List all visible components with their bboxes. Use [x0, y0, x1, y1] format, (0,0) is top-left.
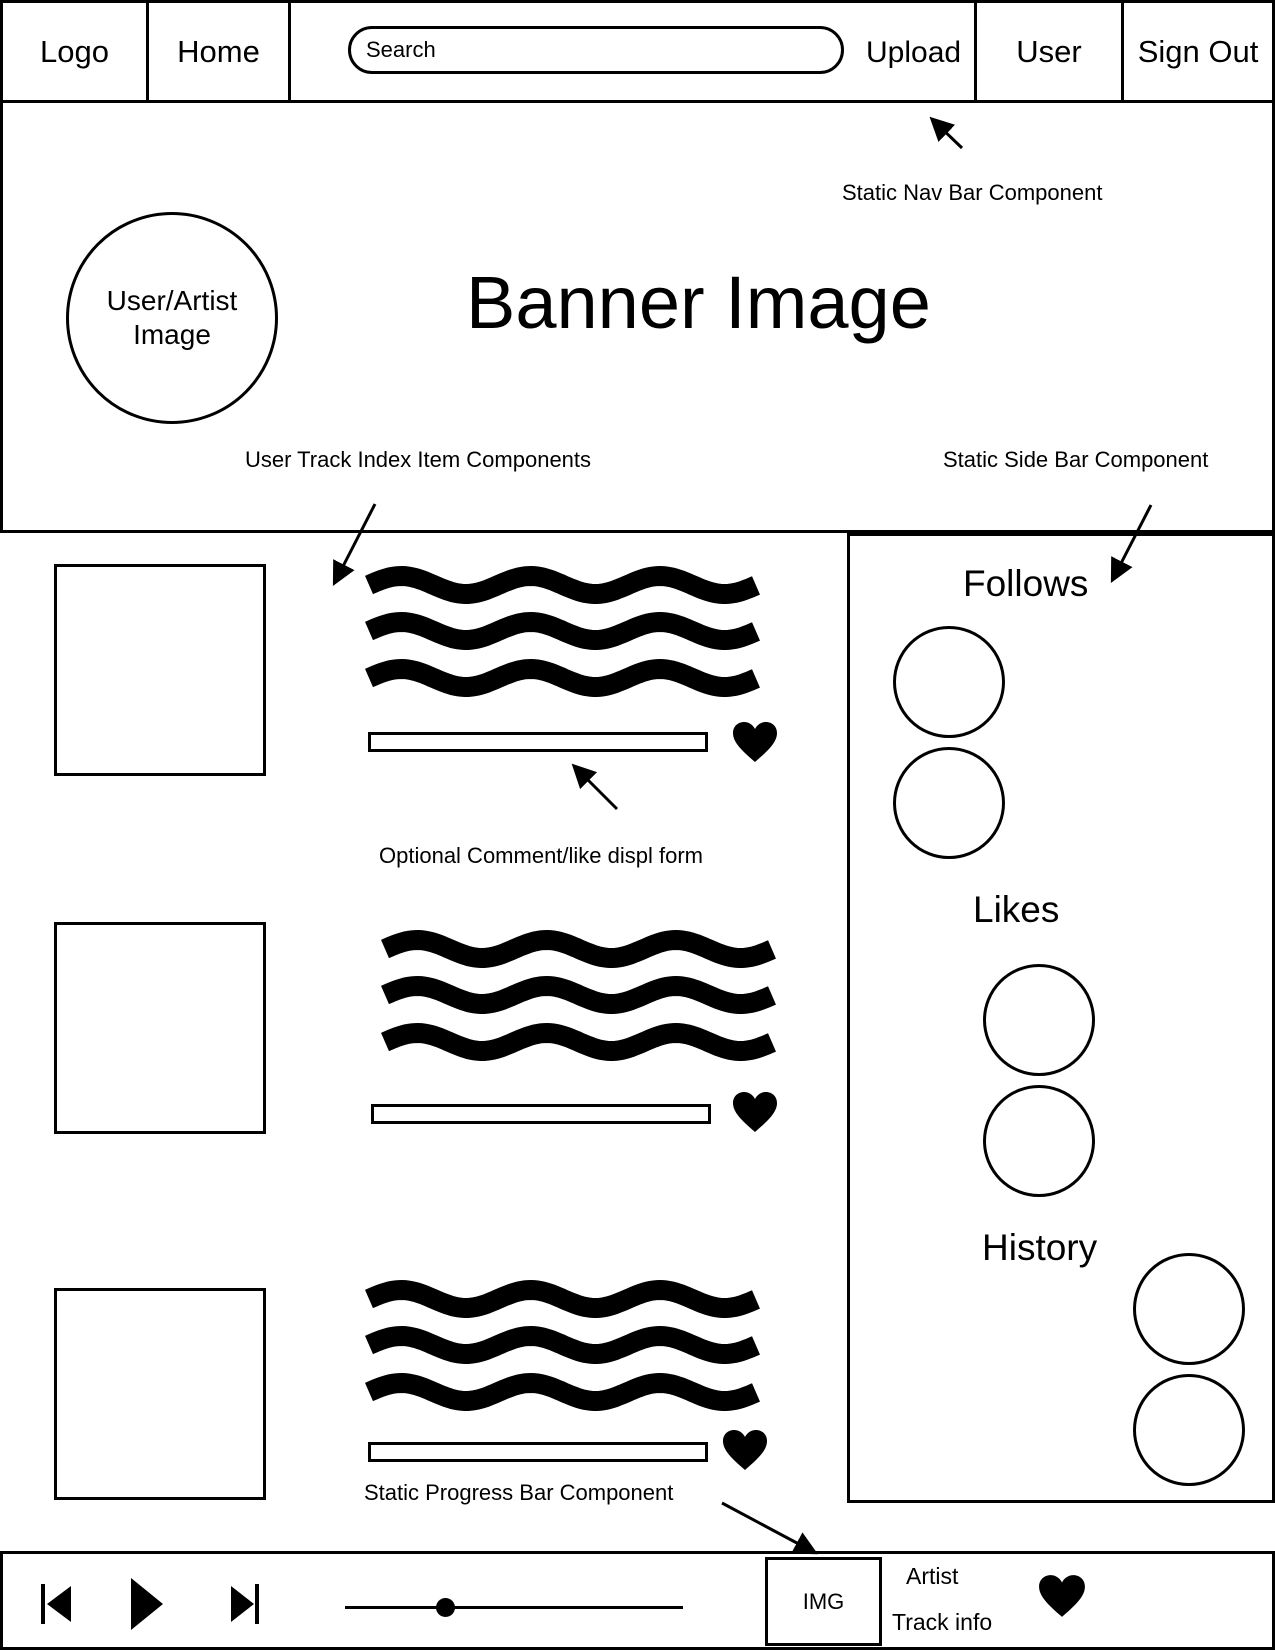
waveform-stripe — [365, 1279, 760, 1318]
waveform[interactable] — [365, 565, 779, 706]
heart-icon[interactable] — [731, 1090, 779, 1134]
track-progress-bar[interactable] — [368, 732, 708, 752]
waveform[interactable] — [365, 1279, 779, 1420]
annotation-comment-form: Optional Comment/like displ form — [379, 843, 704, 868]
follows-heading: Follows — [963, 563, 1089, 604]
history-avatar[interactable] — [1133, 1374, 1245, 1486]
history-avatar[interactable] — [1133, 1253, 1245, 1365]
like-avatar[interactable] — [983, 964, 1095, 1076]
nav-sign-out[interactable]: Sign Out — [1124, 3, 1272, 100]
now-playing-artist[interactable]: Artist — [906, 1563, 958, 1590]
user-artist-avatar[interactable]: User/Artist Image — [66, 212, 278, 424]
waveform-stripe — [365, 1325, 760, 1364]
like-avatar[interactable] — [983, 1085, 1095, 1197]
track-progress-bar[interactable] — [368, 1442, 708, 1462]
track-thumbnail[interactable] — [54, 922, 266, 1134]
follow-avatar[interactable] — [893, 626, 1005, 738]
play-icon[interactable] — [131, 1578, 163, 1630]
upload-link[interactable]: Upload — [866, 36, 961, 70]
heart-icon[interactable] — [721, 1428, 769, 1472]
heart-icon[interactable] — [731, 720, 779, 764]
nav-home[interactable]: Home — [149, 3, 291, 100]
now-playing-image-label: IMG — [802, 1588, 845, 1614]
avatar-label-line2: Image — [133, 319, 211, 350]
search-input[interactable]: Search — [348, 26, 844, 74]
search-placeholder: Search — [366, 37, 436, 62]
likes-heading: Likes — [973, 889, 1060, 930]
waveform-stripe — [381, 929, 776, 968]
history-heading: History — [982, 1227, 1098, 1268]
skip-forward-icon[interactable] — [231, 1584, 259, 1624]
annotation-nav: Static Nav Bar Component — [842, 180, 1103, 205]
annotation-progress-bar: Static Progress Bar Component — [364, 1480, 674, 1505]
waveform-stripe — [365, 611, 760, 650]
arrow-progress-bar — [721, 1501, 818, 1555]
track-progress-bar[interactable] — [371, 1104, 711, 1124]
waveform-stripe — [381, 975, 776, 1014]
track-thumbnail[interactable] — [54, 564, 266, 776]
now-playing-track-info[interactable]: Track info — [892, 1609, 992, 1636]
nav-user[interactable]: User — [977, 3, 1124, 100]
volume-slider[interactable] — [345, 1598, 683, 1617]
follow-avatar[interactable] — [893, 747, 1005, 859]
waveform-stripe — [365, 658, 760, 697]
skip-back-icon[interactable] — [41, 1584, 71, 1624]
waveform-stripe — [365, 565, 760, 604]
nav-logo[interactable]: Logo — [3, 3, 149, 100]
banner-title: Banner Image — [466, 261, 931, 344]
track-thumbnail[interactable] — [54, 1288, 266, 1500]
annotation-track-items: User Track Index Item Components — [245, 447, 592, 472]
avatar-label-line1: User/Artist — [106, 285, 238, 316]
waveform-stripe — [381, 1022, 776, 1061]
annotation-side-bar: Static Side Bar Component — [943, 447, 1209, 472]
nav-search-cell: Search Upload — [291, 3, 977, 100]
waveform[interactable] — [381, 929, 795, 1070]
now-playing-image[interactable]: IMG — [765, 1557, 882, 1646]
waveform-stripe — [365, 1372, 760, 1411]
arrow-comment-form — [571, 763, 619, 811]
heart-icon[interactable] — [1037, 1573, 1087, 1619]
